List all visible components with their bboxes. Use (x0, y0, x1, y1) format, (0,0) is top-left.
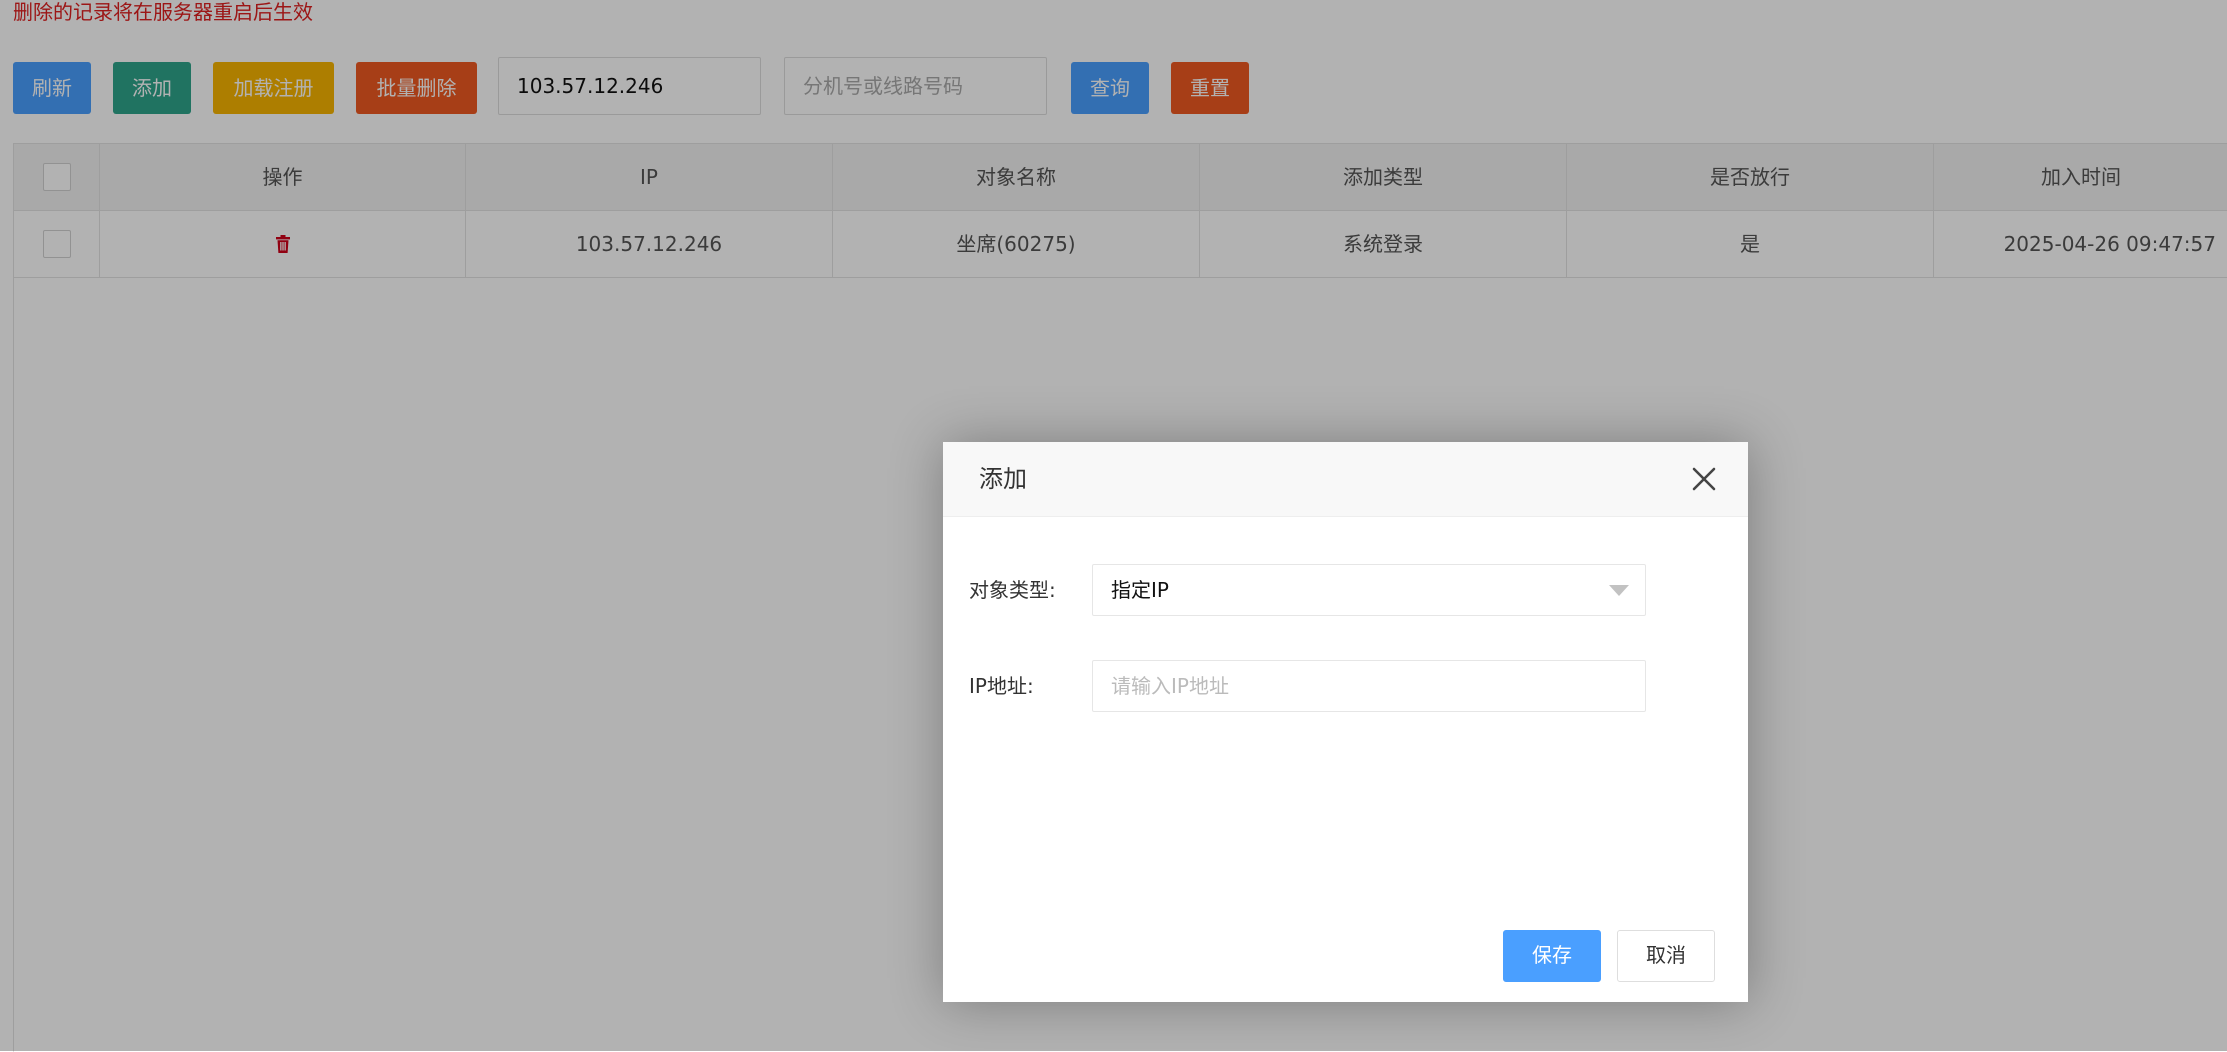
ip-address-input[interactable] (1092, 660, 1646, 712)
dialog-header: 添加 (943, 442, 1748, 517)
chevron-down-icon (1609, 585, 1629, 596)
ip-address-label: IP地址: (969, 674, 1034, 698)
save-button[interactable]: 保存 (1503, 930, 1601, 982)
add-dialog: 添加 对象类型: 指定IP IP地址: 保存 取消 (943, 442, 1748, 1002)
object-type-select[interactable]: 指定IP (1092, 564, 1646, 616)
cancel-button[interactable]: 取消 (1617, 930, 1715, 982)
object-type-label: 对象类型: (969, 578, 1056, 602)
dialog-title: 添加 (979, 465, 1027, 493)
object-type-value: 指定IP (1111, 578, 1169, 602)
close-icon[interactable] (1691, 466, 1717, 492)
